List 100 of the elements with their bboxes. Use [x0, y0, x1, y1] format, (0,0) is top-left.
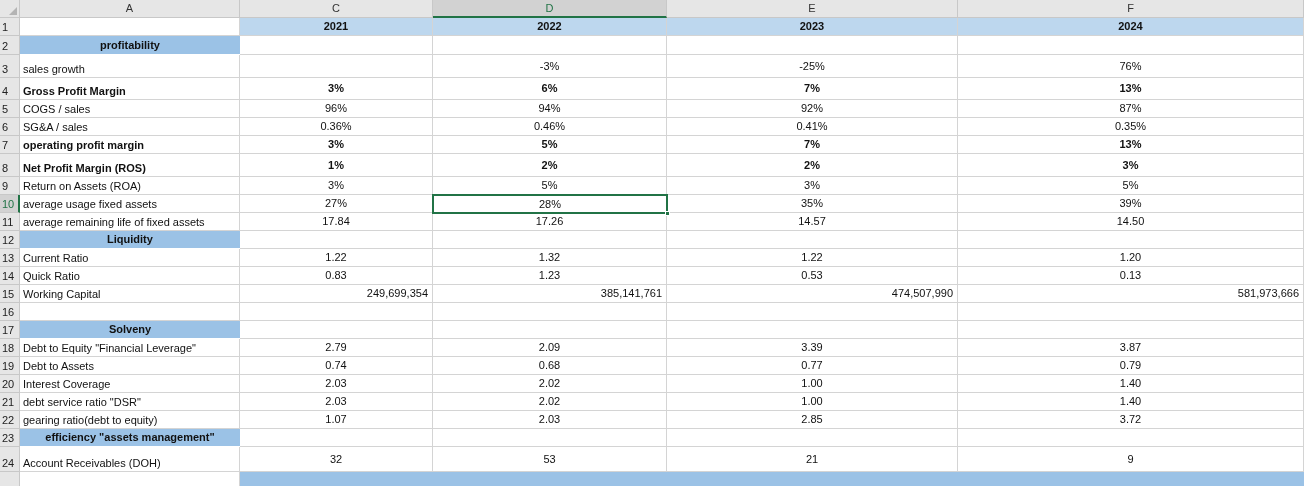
metric-label[interactable]: Current Ratio	[20, 249, 240, 267]
table-cell[interactable]: 1.23	[433, 267, 667, 285]
table-cell[interactable]: 2023	[667, 18, 958, 36]
row-number[interactable]: 13	[0, 249, 20, 267]
table-cell[interactable]: 2.79	[240, 339, 433, 357]
table-cell[interactable]	[433, 303, 667, 321]
table-cell[interactable]	[240, 303, 433, 321]
table-cell[interactable]: 5%	[958, 177, 1304, 195]
table-cell[interactable]: 2.02	[433, 393, 667, 411]
table-cell[interactable]: 2%	[667, 154, 958, 177]
row-number[interactable]: 12	[0, 231, 20, 249]
table-cell[interactable]: 3.72	[958, 411, 1304, 429]
table-cell[interactable]: 13%	[958, 136, 1304, 154]
table-cell[interactable]: 6%	[433, 78, 667, 100]
column-header[interactable]: D	[433, 0, 667, 18]
row-number[interactable]: 14	[0, 267, 20, 285]
table-cell[interactable]: 87%	[958, 100, 1304, 118]
table-cell[interactable]: 1.22	[667, 249, 958, 267]
metric-label[interactable]: Gross Profit Margin	[20, 78, 240, 100]
select-all-corner[interactable]	[0, 0, 20, 18]
row-number[interactable]: 24	[0, 447, 20, 472]
table-cell[interactable]: 2024	[958, 18, 1304, 36]
table-cell[interactable]: 1.20	[958, 249, 1304, 267]
table-cell[interactable]: 2.09	[433, 339, 667, 357]
table-cell[interactable]: 27%	[240, 195, 433, 213]
table-cell[interactable]: 39%	[958, 195, 1304, 213]
table-cell[interactable]: 1.32	[433, 249, 667, 267]
section-heading[interactable]: Liquidity	[20, 231, 240, 249]
table-cell[interactable]	[958, 303, 1304, 321]
table-cell[interactable]: 9	[958, 447, 1304, 472]
table-cell[interactable]: 32	[240, 447, 433, 472]
table-cell[interactable]: 0.79	[958, 357, 1304, 375]
table-cell[interactable]: 3%	[667, 177, 958, 195]
table-cell[interactable]: 94%	[433, 100, 667, 118]
row-header[interactable]	[0, 472, 20, 486]
table-cell[interactable]: 1%	[240, 154, 433, 177]
metric-label[interactable]: Return on Assets (ROA)	[20, 177, 240, 195]
table-cell[interactable]: 96%	[240, 100, 433, 118]
table-cell[interactable]: 1.40	[958, 393, 1304, 411]
table-cell[interactable]: 14.50	[958, 213, 1304, 231]
metric-label[interactable]: COGS / sales	[20, 100, 240, 118]
row-number[interactable]: 20	[0, 375, 20, 393]
table-cell[interactable]: 385,141,761	[433, 285, 667, 303]
table-cell[interactable]: 0.83	[240, 267, 433, 285]
table-cell[interactable]: 53	[433, 447, 667, 472]
metric-label[interactable]: sales growth	[20, 55, 240, 78]
table-cell[interactable]: 7%	[667, 136, 958, 154]
row-number[interactable]: 19	[0, 357, 20, 375]
metric-label[interactable]: Working Capital	[20, 285, 240, 303]
table-cell[interactable]: 1.07	[240, 411, 433, 429]
row-number[interactable]: 2	[0, 36, 20, 55]
section-heading[interactable]: Solveny	[20, 321, 240, 339]
fill-handle[interactable]	[665, 211, 670, 216]
table-cell[interactable]: 35%	[667, 195, 958, 213]
section-heading[interactable]: efficiency "assets management"	[20, 429, 240, 447]
row-number[interactable]: 21	[0, 393, 20, 411]
row-number[interactable]: 11	[0, 213, 20, 231]
table-cell[interactable]: 0.13	[958, 267, 1304, 285]
table-cell[interactable]: 1.40	[958, 375, 1304, 393]
table-cell[interactable]: 92%	[667, 100, 958, 118]
metric-label[interactable]: Account Receivables (DOH)	[20, 447, 240, 472]
row-number[interactable]: 4	[0, 78, 20, 100]
table-cell[interactable]: 0.35%	[958, 118, 1304, 136]
metric-label[interactable]: Quick Ratio	[20, 267, 240, 285]
row-number[interactable]: 1	[0, 18, 20, 36]
table-cell[interactable]: -3%	[433, 55, 667, 78]
table-cell[interactable]: 249,699,354	[240, 285, 433, 303]
metric-label[interactable]: operating profit margin	[20, 136, 240, 154]
row-number[interactable]: 8	[0, 154, 20, 177]
table-cell[interactable]: 2.85	[667, 411, 958, 429]
table-cell[interactable]: 3.87	[958, 339, 1304, 357]
column-header[interactable]: A	[20, 0, 240, 18]
table-cell[interactable]: 21	[667, 447, 958, 472]
row-number[interactable]: 6	[0, 118, 20, 136]
table-cell[interactable]: 474,507,990	[667, 285, 958, 303]
row-number[interactable]: 17	[0, 321, 20, 339]
table-cell[interactable]: 0.68	[433, 357, 667, 375]
table-cell[interactable]: 0.53	[667, 267, 958, 285]
table-cell[interactable]: 13%	[958, 78, 1304, 100]
table-cell[interactable]: 76%	[958, 55, 1304, 78]
table-cell[interactable]: 0.36%	[240, 118, 433, 136]
table-cell[interactable]: 3%	[958, 154, 1304, 177]
table-cell[interactable]: 28%	[433, 195, 667, 213]
column-header[interactable]: F	[958, 0, 1304, 18]
table-cell[interactable]: 2.03	[240, 393, 433, 411]
metric-label[interactable]: average usage fixed assets	[20, 195, 240, 213]
table-cell[interactable]: 0.77	[667, 357, 958, 375]
table-cell[interactable]: 1.00	[667, 375, 958, 393]
row-number[interactable]: 5	[0, 100, 20, 118]
metric-label[interactable]: Interest Coverage	[20, 375, 240, 393]
table-cell[interactable]: 2.02	[433, 375, 667, 393]
row-number[interactable]: 3	[0, 55, 20, 78]
metric-label[interactable]: Debt to Equity "Financial Leverage"	[20, 339, 240, 357]
row-number[interactable]: 7	[0, 136, 20, 154]
row-number[interactable]: 9	[0, 177, 20, 195]
row-number[interactable]: 16	[0, 303, 20, 321]
table-cell[interactable]: 5%	[433, 177, 667, 195]
column-header[interactable]: C	[240, 0, 433, 18]
table-cell[interactable]: 7%	[667, 78, 958, 100]
table-cell[interactable]: 3%	[240, 78, 433, 100]
